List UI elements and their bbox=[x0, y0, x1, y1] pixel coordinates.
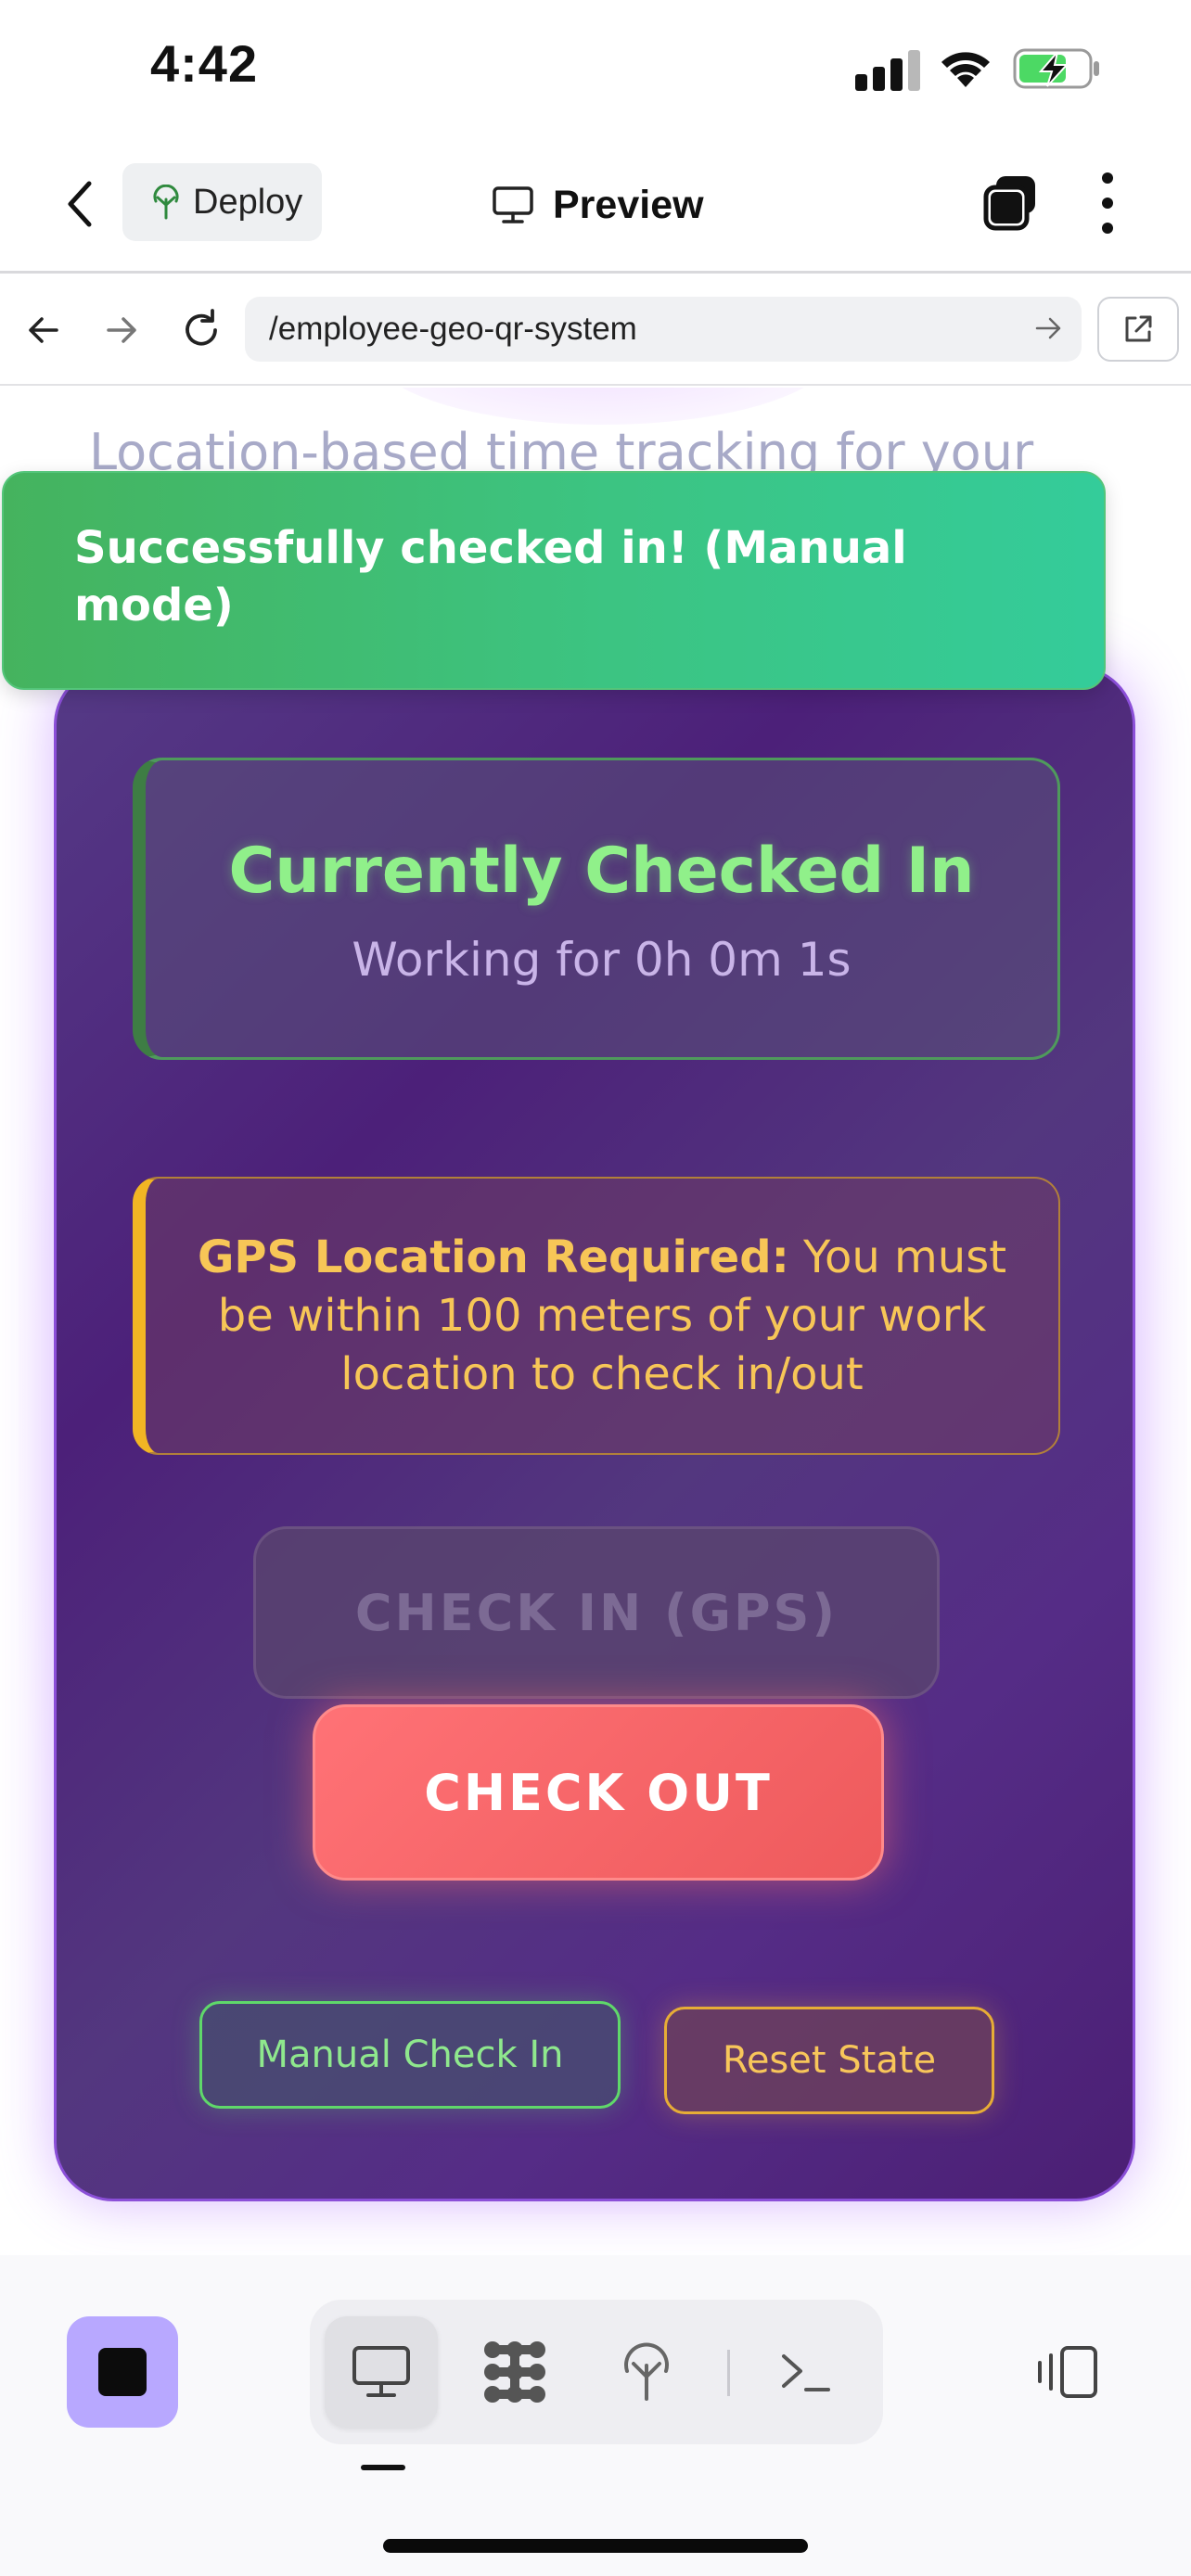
ios-status-bar: 4:42 bbox=[0, 0, 1191, 139]
battery-charging-icon bbox=[1013, 48, 1099, 89]
check-out-label: CHECK OUT bbox=[424, 1763, 773, 1822]
more-vertical-icon[interactable] bbox=[1095, 172, 1121, 234]
integrations-mode-button[interactable] bbox=[458, 2316, 571, 2428]
cellular-signal-icon bbox=[855, 46, 920, 91]
check-in-gps-button[interactable]: CHECK IN (GPS) bbox=[253, 1526, 940, 1699]
mode-divider bbox=[727, 2350, 730, 2396]
checked-in-status: Currently Checked In Working for 0h 0m 1… bbox=[133, 758, 1060, 1060]
deploy-tree-icon bbox=[624, 2342, 669, 2401]
stop-button[interactable] bbox=[67, 2316, 178, 2428]
bottom-toolbar bbox=[0, 2255, 1191, 2576]
deploy-mode-button[interactable] bbox=[590, 2316, 703, 2428]
panel-toggle-button[interactable] bbox=[1026, 2333, 1109, 2411]
success-toast[interactable]: Successfully checked in! (Manual mode) bbox=[2, 471, 1106, 690]
tabs-icon[interactable] bbox=[981, 172, 1041, 232]
browser-toolbar: /employee-geo-qr-system bbox=[0, 276, 1191, 386]
time-tracking-card: Currently Checked In Working for 0h 0m 1… bbox=[54, 666, 1135, 2201]
active-mode-indicator bbox=[361, 2465, 405, 2470]
integrations-icon bbox=[484, 2341, 545, 2403]
preview-mode-button[interactable] bbox=[325, 2316, 438, 2428]
wifi-icon bbox=[941, 52, 990, 87]
reload-icon[interactable] bbox=[176, 302, 226, 358]
web-preview[interactable]: Location-based time tracking for your Cu… bbox=[0, 388, 1191, 2255]
deploy-button[interactable]: Deploy bbox=[122, 163, 322, 241]
back-chevron-icon[interactable] bbox=[58, 176, 102, 232]
open-external-button[interactable] bbox=[1097, 297, 1179, 362]
reset-state-button[interactable]: Reset State bbox=[664, 2007, 994, 2114]
monitor-icon bbox=[352, 2346, 410, 2397]
status-title: Currently Checked In bbox=[228, 835, 975, 908]
check-in-gps-label: CHECK IN (GPS) bbox=[354, 1583, 839, 1642]
gps-warning: GPS Location Required: You must be withi… bbox=[133, 1177, 1060, 1455]
deploy-tree-icon bbox=[153, 185, 179, 220]
monitor-icon bbox=[493, 186, 533, 223]
panel-toggle-icon bbox=[1038, 2346, 1097, 2398]
manual-check-in-label: Manual Check In bbox=[256, 2034, 564, 2076]
view-mode-switcher bbox=[310, 2300, 883, 2444]
stop-icon bbox=[98, 2348, 147, 2396]
working-duration: Working for 0h 0m 1s bbox=[352, 933, 852, 987]
terminal-mode-button[interactable] bbox=[749, 2316, 863, 2428]
go-arrow-icon[interactable] bbox=[1031, 312, 1065, 345]
external-link-icon bbox=[1125, 315, 1152, 342]
app-header: Deploy Preview bbox=[0, 139, 1191, 274]
clock: 4:42 bbox=[150, 34, 259, 93]
check-out-button[interactable]: CHECK OUT bbox=[313, 1704, 884, 1881]
url-input[interactable]: /employee-geo-qr-system bbox=[245, 297, 1082, 362]
url-text: /employee-geo-qr-system bbox=[269, 311, 637, 347]
toast-message: Successfully checked in! (Manual mode) bbox=[74, 522, 907, 631]
preview-title: Preview bbox=[492, 172, 704, 237]
browser-forward-icon[interactable] bbox=[96, 302, 147, 358]
gps-warning-label: GPS Location Required: bbox=[197, 1231, 789, 1283]
manual-check-in-button[interactable]: Manual Check In bbox=[199, 2001, 621, 2109]
reset-state-label: Reset State bbox=[722, 2039, 937, 2082]
terminal-icon bbox=[782, 2354, 830, 2391]
home-indicator bbox=[383, 2539, 808, 2553]
preview-label: Preview bbox=[553, 182, 704, 227]
deploy-label: Deploy bbox=[193, 182, 303, 222]
browser-back-icon[interactable] bbox=[19, 302, 69, 358]
gps-warning-text: GPS Location Required: You must be withi… bbox=[186, 1229, 1018, 1404]
